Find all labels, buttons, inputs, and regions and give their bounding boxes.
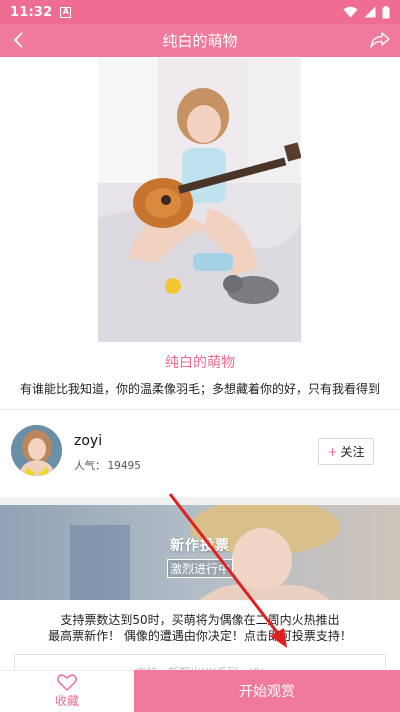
favorite-label: 收藏 — [54, 694, 79, 708]
vote-banner-status: 激烈进行中 — [167, 559, 233, 578]
vote-instructions-line2: 最高票新作！ 偶像的遭遇由你决定！点击即可投票支持！ — [48, 629, 352, 643]
back-button[interactable] — [6, 27, 32, 53]
app-bar: 纯白的萌物 — [0, 24, 400, 57]
vote-banner-title: 新作投票 — [170, 538, 230, 554]
page-title: 纯白的萌物 — [162, 32, 238, 50]
share-button[interactable] — [366, 27, 394, 53]
cover-photo-girl-with-guitar — [98, 58, 301, 342]
avatar-image — [11, 425, 62, 476]
wifi-icon — [343, 6, 358, 18]
status-time: 11:32 — [10, 4, 53, 20]
bottom-bar: 收藏 开始观赏 — [0, 670, 400, 712]
popularity-value: 19495 — [107, 460, 141, 472]
battery-icon — [382, 5, 390, 18]
vote-instructions: 支持票数达到50时，买萌将为偶像在二周内火热推出 最高票新作！ 偶像的遭遇由你决… — [0, 612, 400, 644]
notification-a-icon: A — [60, 6, 72, 18]
section-separator — [0, 497, 400, 505]
follow-label: 关注 — [340, 445, 365, 459]
favorite-button[interactable]: 收藏 — [0, 670, 134, 712]
work-description: 有谁能比我知道，你的温柔像羽毛；多想藏着你的好，只有我看得到 — [19, 382, 380, 396]
author-name[interactable]: zoyi — [74, 433, 102, 449]
start-watching-button[interactable]: 开始观赏 — [134, 670, 400, 712]
cover-image[interactable] — [98, 58, 301, 342]
back-chevron-icon — [13, 32, 23, 48]
signal-icon — [364, 6, 376, 18]
avatar[interactable] — [11, 425, 62, 476]
status-right-icons — [343, 5, 390, 19]
heart-outline-icon — [57, 674, 77, 691]
vote-instructions-line1: 支持票数达到50时，买萌将为偶像在二周内火热推出 — [60, 613, 340, 627]
work-title: 纯白的萌物 — [165, 355, 235, 371]
popularity-label: 人气： — [74, 460, 106, 472]
divider — [0, 409, 400, 410]
follow-button[interactable]: + 关注 — [318, 438, 374, 465]
status-bar: 11:32 A — [0, 0, 400, 24]
author-popularity: 人气： 19495 — [74, 458, 141, 473]
plus-icon: + — [327, 444, 338, 459]
share-icon — [370, 32, 390, 48]
